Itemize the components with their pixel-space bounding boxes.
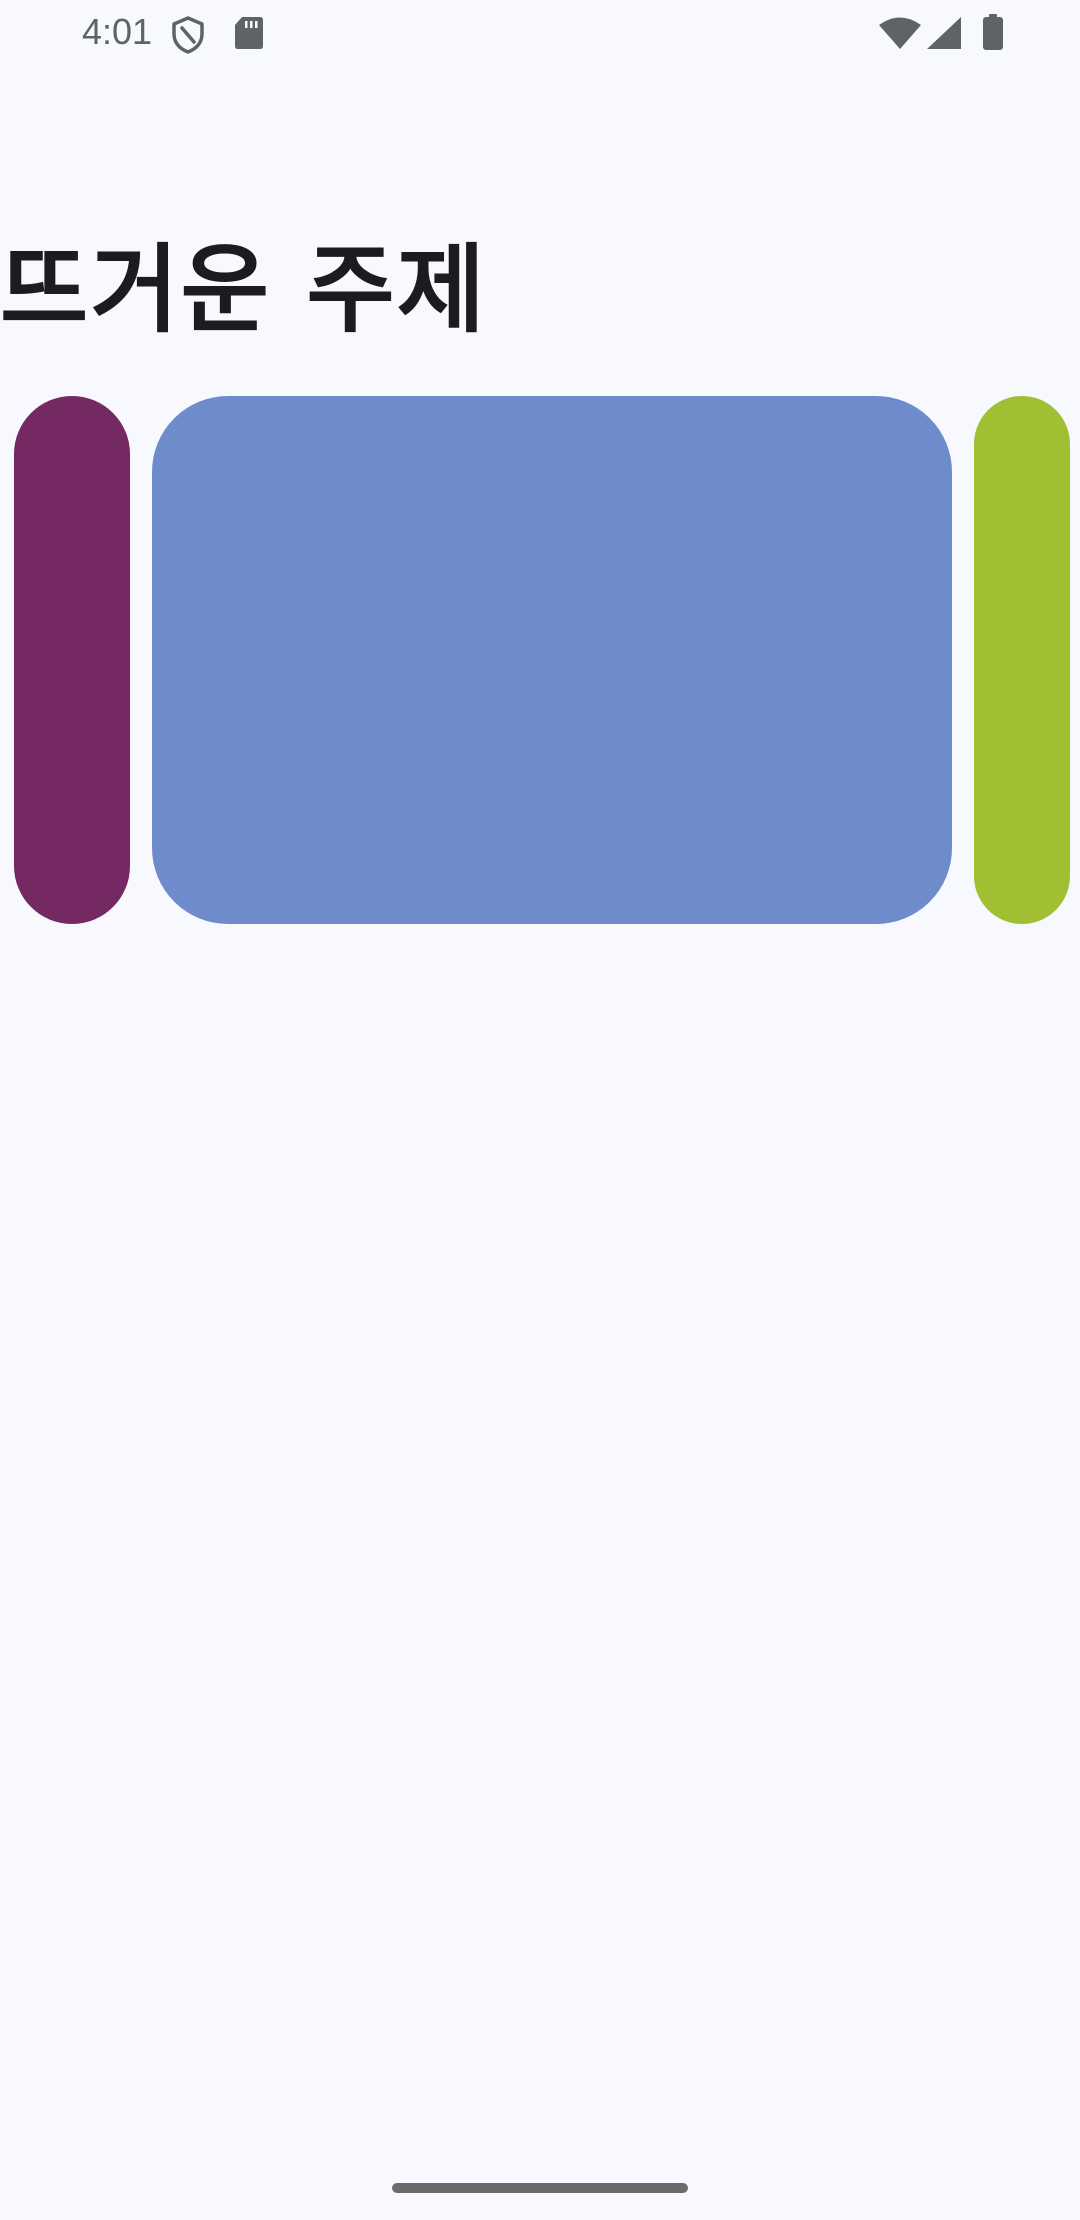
cellular-signal-icon xyxy=(927,17,961,49)
battery-icon xyxy=(983,14,1003,50)
carousel-item-next[interactable] xyxy=(974,396,1070,924)
wifi-icon xyxy=(879,17,921,49)
sd-card-icon xyxy=(235,17,263,49)
status-time: 4:01 xyxy=(82,11,153,52)
carousel-item-current[interactable] xyxy=(152,396,952,924)
status-bar: 4:01 xyxy=(0,0,1080,66)
topics-carousel[interactable] xyxy=(0,396,1080,924)
gesture-nav-handle[interactable] xyxy=(392,2183,688,2193)
carousel-item-previous[interactable] xyxy=(14,396,130,924)
page-title: 뜨거운 주제 xyxy=(0,234,488,346)
shield-icon xyxy=(172,16,204,54)
